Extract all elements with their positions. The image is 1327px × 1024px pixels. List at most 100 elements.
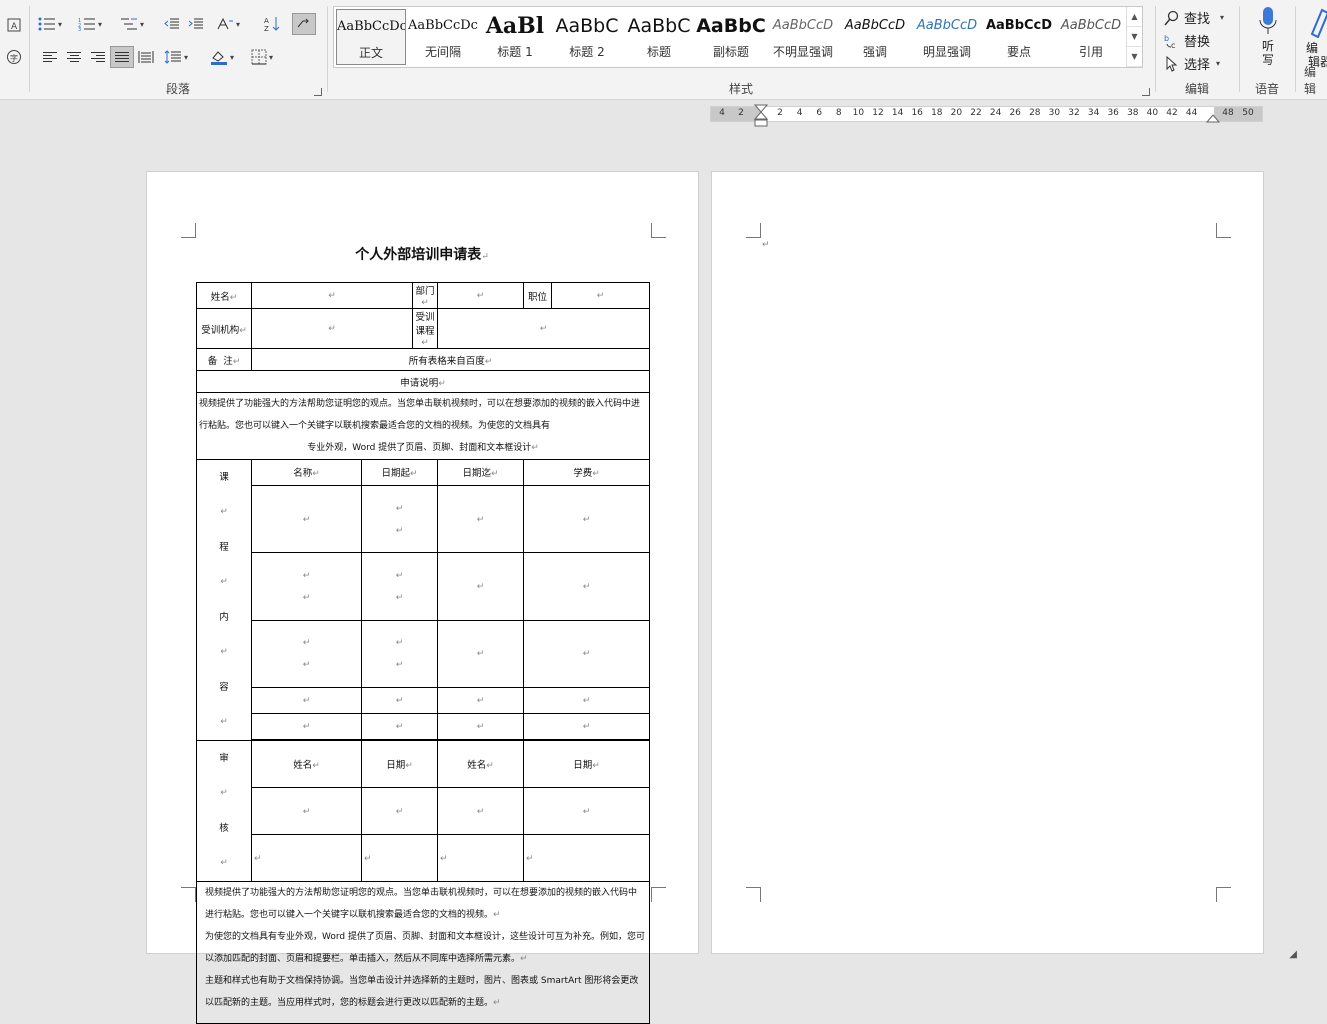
ruler-number: 42	[1166, 108, 1178, 118]
dept-label-cell: 部门↵	[412, 282, 439, 309]
course-cell[interactable]: ↵	[437, 712, 525, 740]
show-formatting-marks-icon[interactable]	[292, 13, 316, 35]
course-label-cell: 受训课程↵	[412, 308, 439, 349]
review-cell[interactable]: ↵	[360, 787, 439, 835]
course-cell[interactable]: ↵ ↵	[251, 552, 362, 621]
decrease-indent-icon[interactable]	[160, 13, 184, 35]
borders-icon[interactable]: ▾	[250, 46, 274, 68]
style-heading-1[interactable]: AaBl 标题 1	[480, 9, 550, 65]
review-cell[interactable]: ↵	[523, 834, 651, 882]
course-cell[interactable]: ↵	[437, 686, 525, 714]
course-cell[interactable]: ↵	[360, 686, 439, 714]
style-normal[interactable]: AaBbCcDc 正文	[336, 9, 406, 65]
style-quote[interactable]: AaBbCcD 引用	[1056, 9, 1126, 65]
position-label-cell: 职位	[523, 282, 553, 309]
svg-text:b: b	[1164, 34, 1169, 43]
numbering-icon[interactable]: 123 ▾	[78, 13, 102, 35]
font-group-partial: A 字	[0, 0, 28, 100]
justify-icon[interactable]	[110, 46, 134, 68]
review-cell[interactable]: ↵	[251, 787, 362, 835]
resize-grip-icon[interactable]: ◢	[1289, 949, 1297, 960]
page-1[interactable]: 个人外部培训申请表↵ 姓名↵ ↵ 部门↵ ↵ 职位 ↵ 受训机构↵ ↵ 受训课程…	[146, 171, 699, 1024]
review-cell[interactable]: ↵	[251, 834, 362, 882]
institution-value-cell[interactable]: ↵	[250, 308, 414, 349]
ruler-number: 50	[1242, 108, 1254, 118]
document-title[interactable]: 个人外部培训申请表↵	[197, 244, 647, 264]
remark-value-cell[interactable]: 所有表格来自百度↵	[250, 348, 651, 371]
indent-marker-icon[interactable]	[754, 104, 768, 128]
align-left-icon[interactable]	[38, 46, 62, 68]
align-center-icon[interactable]	[62, 46, 86, 68]
course-cell[interactable]: ↵	[251, 712, 362, 740]
horizontal-ruler[interactable]: 4 2 2 4 6 8 10 12 14 16 18 20 22 24 26 28 30 32 34 36 38 40 42…	[710, 104, 1263, 127]
course-cell[interactable]: ↵	[523, 552, 651, 621]
review-header-name-2: 姓名↵	[437, 740, 525, 788]
course-cell[interactable]: ↵	[523, 712, 651, 740]
ruler-number: 30	[1048, 108, 1061, 118]
course-cell[interactable]: ↵ ↵	[360, 552, 439, 621]
styles-gallery-scroll: ▲ ▼ ▼	[1126, 7, 1142, 67]
ruler-number: 8	[835, 108, 842, 118]
page-2[interactable]: ↵	[711, 171, 1264, 954]
course-cell[interactable]: ↵ ↵	[360, 619, 439, 688]
review-cell[interactable]: ↵	[437, 787, 525, 835]
course-cell[interactable]: ↵	[251, 484, 362, 554]
replace-icon: bc	[1164, 34, 1175, 49]
remark-label-cell: 备 注↵	[196, 348, 252, 371]
gallery-down-icon[interactable]: ▼	[1127, 27, 1142, 47]
editor-button[interactable]: 编 辑器	[1306, 8, 1327, 69]
name-value-cell[interactable]: ↵	[250, 282, 414, 309]
course-cell[interactable]: ↵ ↵	[251, 619, 362, 688]
style-strong[interactable]: AaBbCcD 要点	[984, 9, 1054, 65]
align-right-icon[interactable]	[86, 46, 110, 68]
explain-text-cell[interactable]: 视频提供了功能强大的方法帮助您证明您的观点。当您单击联机视频时，可以在想要添加的…	[195, 392, 651, 460]
paragraph-dialog-launcher[interactable]	[314, 88, 322, 96]
chinese-layout-icon[interactable]: ▾	[216, 13, 240, 35]
gallery-up-icon[interactable]: ▲	[1127, 7, 1142, 27]
sort-icon[interactable]: AZ	[260, 13, 284, 35]
review-cell[interactable]: ↵	[523, 787, 651, 835]
style-emphasis[interactable]: AaBbCcD 强调	[840, 9, 910, 65]
review-cell[interactable]: ↵	[360, 834, 439, 882]
ruler-number: 16	[911, 108, 923, 118]
dept-value-cell[interactable]: ↵	[437, 282, 525, 309]
select-button[interactable]: 选择 ▾	[1164, 54, 1220, 73]
course-cell[interactable]: ↵	[523, 484, 651, 554]
styles-dialog-launcher[interactable]	[1142, 88, 1150, 96]
course-cell[interactable]: ↵	[437, 619, 525, 688]
multilevel-list-icon[interactable]: ▾	[120, 13, 144, 35]
style-subtitle[interactable]: AaBbC 副标题	[696, 9, 766, 65]
phonetic-guide-icon[interactable]: 字	[2, 46, 26, 68]
course-cell[interactable]: ↵	[523, 686, 651, 714]
position-value-cell[interactable]: ↵	[551, 282, 651, 309]
course-cell[interactable]: ↵ ↵	[360, 484, 439, 554]
increase-indent-icon[interactable]	[184, 13, 208, 35]
text-box-icon[interactable]: A	[2, 14, 26, 36]
course-cell[interactable]: ↵	[523, 619, 651, 688]
course-cell[interactable]: ↵	[251, 686, 362, 714]
style-subtle-emphasis[interactable]: AaBbCcD 不明显强调	[768, 9, 838, 65]
style-heading-2[interactable]: AaBbC 标题 2	[552, 9, 622, 65]
style-intense-emphasis[interactable]: AaBbCcD 明显强调	[912, 9, 982, 65]
course-value-cell[interactable]: ↵	[437, 308, 651, 349]
bullets-icon[interactable]: ▾	[38, 13, 62, 35]
replace-button[interactable]: bc 替换	[1164, 31, 1210, 51]
table-row: ↵ ↵ ↵ ↵ ↵ ↵	[197, 619, 651, 688]
course-cell[interactable]: ↵	[437, 552, 525, 621]
review-cell[interactable]: ↵	[437, 834, 525, 882]
find-button[interactable]: 查找 ▾	[1164, 8, 1224, 27]
gallery-more-icon[interactable]: ▼	[1127, 47, 1142, 67]
footer-text-cell[interactable]: 视频提供了功能强大的方法帮助您证明您的观点。当您单击联机视频时，可以在想要添加的…	[195, 881, 651, 1024]
distributed-align-icon[interactable]	[134, 46, 158, 68]
table-row: ↵ ↵ ↵ ↵	[197, 787, 651, 835]
dictate-button[interactable]: 听 写	[1255, 6, 1281, 67]
course-cell[interactable]: ↵	[437, 484, 525, 554]
right-indent-marker-icon[interactable]	[1206, 113, 1220, 123]
empty-paragraph-mark[interactable]: ↵	[762, 240, 770, 250]
style-title[interactable]: AaBbC 标题	[624, 9, 694, 65]
course-cell[interactable]: ↵	[360, 712, 439, 740]
editing-group-label: 编辑	[1184, 82, 1209, 96]
shading-icon[interactable]: ▾	[210, 46, 234, 68]
line-spacing-icon[interactable]: ▾	[164, 46, 188, 68]
style-no-spacing[interactable]: AaBbCcDc 无间隔	[408, 9, 478, 65]
